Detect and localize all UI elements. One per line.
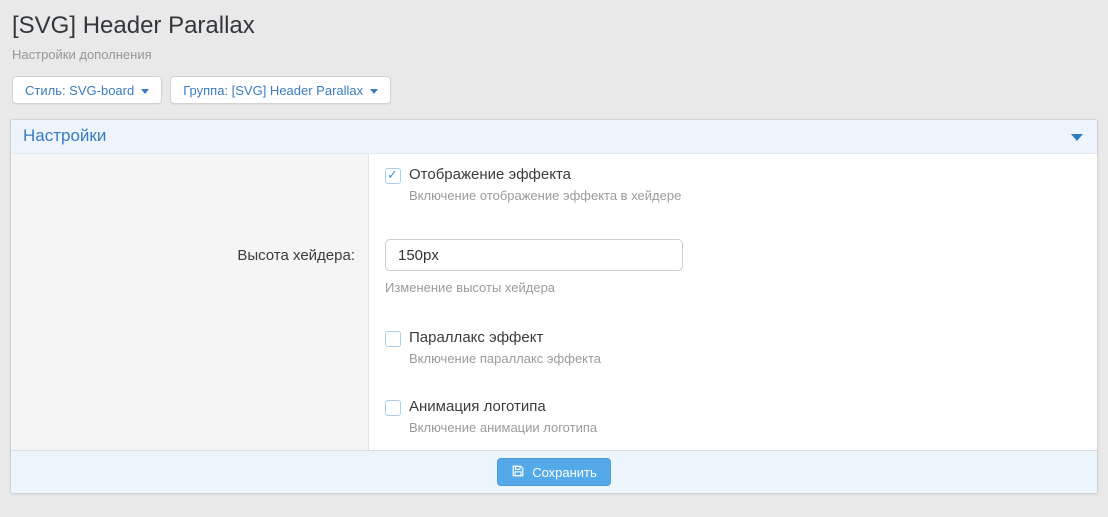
chevron-down-icon <box>370 89 378 94</box>
floppy-disk-icon <box>511 464 525 481</box>
display-effect-checkbox[interactable] <box>385 168 401 184</box>
form-row-parallax-effect: Параллакс эффект Включение параллакс эфф… <box>11 329 1097 366</box>
row-label-cell <box>11 329 369 366</box>
row-label-cell <box>11 398 369 435</box>
parallax-effect-checkbox[interactable] <box>385 331 401 347</box>
parallax-effect-description: Включение параллакс эффекта <box>409 351 1097 366</box>
header-height-description: Изменение высоты хейдера <box>385 280 1097 295</box>
page-title: [SVG] Header Parallax <box>12 12 1098 40</box>
logo-animation-checkbox[interactable] <box>385 400 401 416</box>
style-dropdown-label: Стиль: SVG-board <box>25 83 134 98</box>
settings-panel-title: Настройки <box>23 126 106 146</box>
settings-panel-footer: Сохранить <box>11 450 1097 493</box>
settings-form: Отображение эффекта Включение отображени… <box>11 154 1097 450</box>
row-content-cell: Изменение высоты хейдера <box>369 239 1097 295</box>
collapse-chevron-icon[interactable] <box>1071 134 1083 141</box>
form-row-display-effect: Отображение эффекта Включение отображени… <box>11 166 1097 203</box>
form-row-logo-animation: Анимация логотипа Включение анимации лог… <box>11 398 1097 435</box>
display-effect-description: Включение отображение эффекта в хейдере <box>409 188 1097 203</box>
settings-panel: Настройки Отображение эффекта Включение … <box>10 119 1098 494</box>
header-height-label: Высота хейдера: <box>11 239 369 295</box>
parallax-effect-label[interactable]: Параллакс эффект <box>409 329 543 346</box>
group-dropdown-label: Группа: [SVG] Header Parallax <box>183 83 363 98</box>
logo-animation-label[interactable]: Анимация логотипа <box>409 398 546 415</box>
chevron-down-icon <box>141 89 149 94</box>
settings-panel-header[interactable]: Настройки <box>11 120 1097 154</box>
row-content-cell: Отображение эффекта Включение отображени… <box>369 166 1097 203</box>
save-button[interactable]: Сохранить <box>497 458 611 486</box>
filter-bar: Стиль: SVG-board Группа: [SVG] Header Pa… <box>12 76 1098 104</box>
page-subtitle: Настройки дополнения <box>12 47 1098 62</box>
row-content-cell: Анимация логотипа Включение анимации лог… <box>369 398 1097 435</box>
row-content-cell: Параллакс эффект Включение параллакс эфф… <box>369 329 1097 366</box>
page: [SVG] Header Parallax Настройки дополнен… <box>0 0 1108 504</box>
save-button-label: Сохранить <box>532 465 597 480</box>
display-effect-label[interactable]: Отображение эффекта <box>409 166 571 183</box>
form-row-header-height: Высота хейдера: Изменение высоты хейдера <box>11 239 1097 295</box>
style-dropdown-button[interactable]: Стиль: SVG-board <box>12 76 162 104</box>
logo-animation-description: Включение анимации логотипа <box>409 420 1097 435</box>
row-label-cell <box>11 166 369 203</box>
group-dropdown-button[interactable]: Группа: [SVG] Header Parallax <box>170 76 391 104</box>
header-height-input[interactable] <box>385 239 683 271</box>
